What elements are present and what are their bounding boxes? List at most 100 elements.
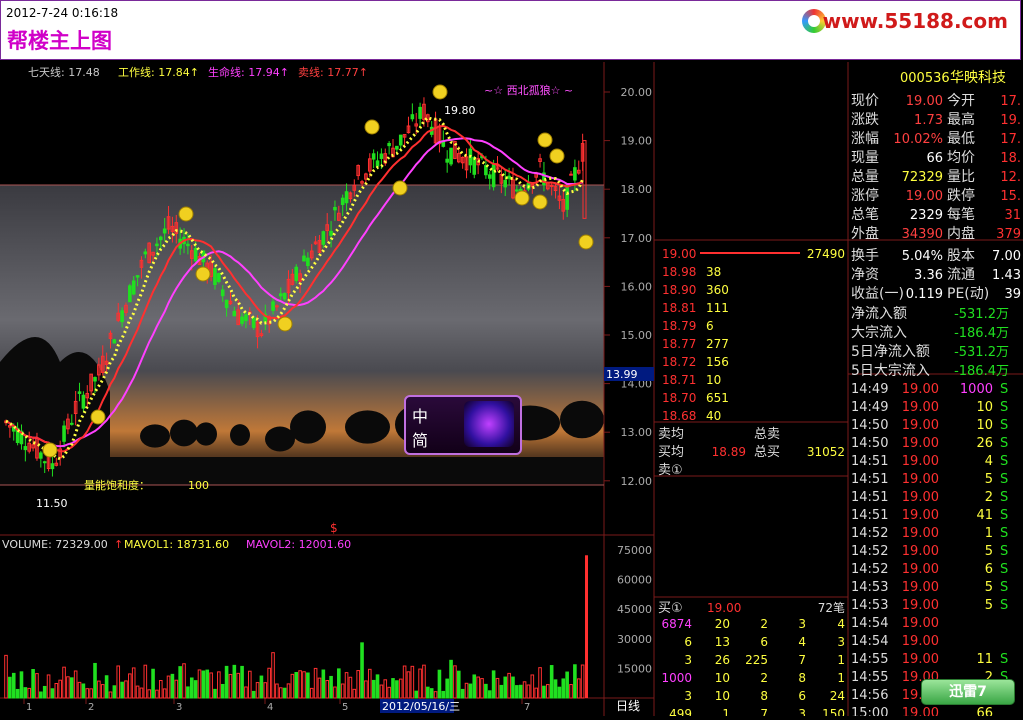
candle: [515, 189, 519, 192]
volume-bar: [259, 675, 264, 699]
tick-time: 14:50: [851, 436, 888, 451]
quote-label: 总量: [851, 169, 879, 185]
volume-bar: [526, 684, 531, 699]
volume-bar: [23, 687, 28, 699]
volume-axis-label: 45000: [617, 603, 652, 616]
smiley-icon: [42, 442, 58, 458]
candle: [217, 273, 221, 282]
total-buy-value: 31052: [807, 445, 845, 459]
volume-bar: [580, 664, 585, 699]
queue-cell: 8: [760, 689, 768, 703]
candle: [62, 425, 66, 442]
tick-price: 19.00: [902, 508, 939, 523]
volume-bar: [464, 682, 469, 699]
volume-bar: [248, 670, 252, 699]
tick-price: 19.00: [902, 382, 939, 397]
tick-volume: 5: [985, 580, 993, 595]
candle: [120, 310, 124, 323]
volume-bar: [453, 665, 457, 699]
ob-price: 18.71: [662, 373, 696, 387]
stock-code: 000536: [900, 71, 950, 86]
queue-cell: 6: [760, 635, 768, 649]
smiley-icon: [532, 194, 548, 210]
volume-bar: [468, 683, 473, 699]
volume-bar: [108, 691, 113, 699]
datetime: 2012-7-24 0:16:18: [6, 6, 119, 20]
quote2-label: 换手: [851, 247, 879, 264]
volume-bar: [236, 672, 240, 699]
volume-bar: [480, 678, 484, 699]
tick-side: S: [1000, 382, 1008, 397]
tick-time: 14:54: [851, 634, 888, 649]
buy1-price: 19.00: [707, 601, 741, 615]
stock-chart[interactable]: 20.0019.0018.0017.0016.0015.0014.0013.00…: [0, 62, 1023, 720]
volume-bar: [534, 687, 538, 699]
queue-cell: 3: [798, 617, 806, 631]
flow-value: -186.4万: [954, 364, 1009, 379]
volume-bar: [398, 678, 403, 699]
quote-value: 18.: [1000, 151, 1021, 166]
flow-label: 大宗流入: [851, 325, 907, 341]
candle: [271, 301, 275, 311]
volume-bar: [213, 688, 217, 699]
flow-value: -186.4万: [954, 326, 1009, 341]
tick-price: 19.00: [902, 598, 939, 613]
volume-bar: [73, 670, 78, 699]
buy1-count: 72笔: [818, 600, 845, 615]
tick-price: 19.00: [902, 400, 939, 415]
candle: [131, 280, 136, 295]
candle: [143, 251, 148, 255]
site-url[interactable]: www.55188.com: [823, 9, 1008, 33]
candle: [23, 446, 28, 451]
volume-bar: [511, 676, 515, 699]
volume-bar: [116, 665, 121, 699]
high-label: 19.80: [444, 104, 476, 117]
volume-axis-label: 30000: [617, 633, 652, 646]
quote-value: 379: [996, 227, 1021, 242]
tick-price: 19.00: [902, 706, 939, 716]
candle: [294, 266, 299, 281]
period-label: 日线: [616, 699, 640, 713]
volume-bar: [360, 642, 364, 699]
tick-price: 19.00: [902, 580, 939, 595]
tick-price: 19.00: [902, 616, 939, 631]
tick-time: 14:52: [851, 562, 888, 577]
candle: [282, 292, 287, 300]
quote2-label: 股本: [947, 248, 975, 264]
quote-label: 涨停: [851, 187, 879, 204]
candle: [565, 185, 569, 210]
volume-bar: [244, 686, 248, 699]
queue-cell: 6: [684, 635, 692, 649]
xunlei-button[interactable]: 迅雷7: [921, 679, 1015, 705]
tick-volume: 5: [985, 598, 993, 613]
cow-1: [170, 419, 198, 447]
quote-value: 66: [926, 151, 943, 166]
volume-bar: [557, 686, 562, 699]
volume-bar: [565, 671, 569, 699]
candle: [344, 191, 349, 204]
quote-value: 15.: [1000, 189, 1021, 204]
sell-avg-label: 卖均: [658, 427, 684, 442]
queue-cell: 20: [715, 617, 730, 631]
candle: [379, 153, 384, 159]
emoji-widget-line1: 中: [412, 407, 429, 426]
ob-price: 18.68: [662, 409, 696, 423]
candle: [573, 167, 577, 181]
smiley-icon: [195, 266, 211, 282]
tick-side: S: [1000, 598, 1008, 613]
volume-bar: [333, 686, 337, 699]
emoji-widget[interactable]: 中 简: [404, 395, 522, 455]
ob-price: 18.90: [662, 283, 696, 297]
candle: [306, 257, 310, 267]
candle: [69, 422, 74, 425]
volume-bar: [309, 687, 314, 699]
tick-price: 19.00: [902, 544, 939, 559]
queue-cell: 225: [745, 653, 768, 667]
volume-bar: [553, 679, 558, 699]
volume-bar: [15, 688, 20, 699]
quote-value: 31: [1004, 208, 1021, 223]
volume-bar: [375, 674, 380, 699]
volume-bar: [58, 679, 62, 699]
total-sell-label: 总卖: [754, 427, 780, 442]
candle: [445, 158, 449, 163]
